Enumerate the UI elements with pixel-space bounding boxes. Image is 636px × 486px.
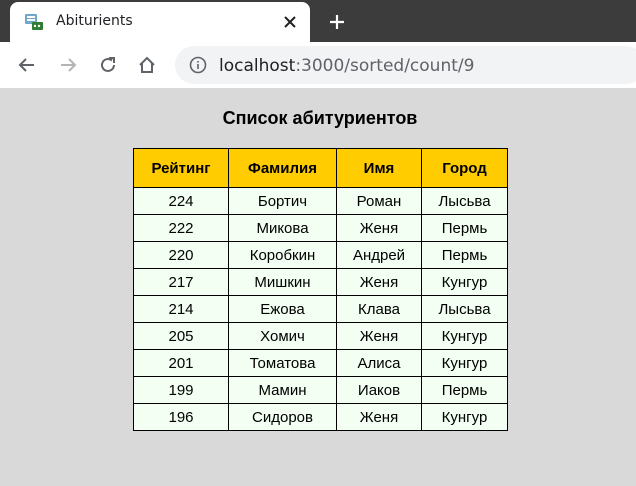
- table-row: 214 Ежова Клава Лысьва: [133, 295, 508, 323]
- tab-title: Abiturients: [56, 13, 133, 29]
- table-cell: Женя: [336, 214, 422, 242]
- table-cell: 224: [133, 187, 229, 215]
- plus-icon[interactable]: [325, 10, 349, 34]
- reload-icon[interactable]: [96, 53, 120, 77]
- table-cell: Ежова: [228, 295, 337, 323]
- table-row: 220 Коробкин Андрей Пермь: [133, 241, 508, 269]
- column-header: Фамилия: [228, 148, 337, 188]
- table-cell: Алиса: [336, 349, 422, 377]
- table-row: 222 Микова Женя Пермь: [133, 214, 508, 242]
- table-cell: Пермь: [421, 376, 508, 404]
- applicants-table: Рейтинг Фамилия Имя Город 224 Бортич Роман…: [133, 148, 508, 431]
- table-cell: 217: [133, 268, 229, 296]
- info-icon[interactable]: [189, 56, 207, 74]
- tab-strip: Abiturients: [0, 0, 636, 42]
- home-icon[interactable]: [135, 53, 159, 77]
- page-title: Список абитуриентов: [222, 108, 418, 128]
- column-header: Имя: [336, 148, 422, 188]
- close-icon[interactable]: [280, 12, 300, 32]
- table-cell: Пермь: [421, 214, 508, 242]
- table-cell: Кунгур: [421, 349, 508, 377]
- table-cell: Пермь: [421, 241, 508, 269]
- table-cell: Мамин: [228, 376, 337, 404]
- back-arrow-icon[interactable]: [15, 53, 39, 77]
- url-path: :3000/sorted/count/9: [295, 56, 475, 76]
- browser-tab[interactable]: Abiturients: [10, 2, 310, 42]
- table-cell: 201: [133, 349, 229, 377]
- server-app-icon: [24, 12, 44, 32]
- table-cell: Лысьва: [421, 295, 508, 323]
- table-row: 217 Мишкин Женя Кунгур: [133, 268, 508, 296]
- table-cell: Хомич: [228, 322, 337, 350]
- table-cell: Коробкин: [228, 241, 337, 269]
- forward-arrow-icon[interactable]: [56, 53, 80, 77]
- table-row: 196 Сидоров Женя Кунгур: [133, 403, 508, 431]
- table-cell: Роман: [336, 187, 422, 215]
- table-cell: 205: [133, 322, 229, 350]
- table-row: 201 Томатова Алиса Кунгур: [133, 349, 508, 377]
- table-cell: 220: [133, 241, 229, 269]
- url-host: localhost: [219, 56, 296, 76]
- table-cell: 222: [133, 214, 229, 242]
- table-row: 199 Мамин Иаков Пермь: [133, 376, 508, 404]
- table-cell: Андрей: [336, 241, 422, 269]
- page-content: Список абитуриентов Рейтинг Фамилия Имя …: [0, 88, 636, 486]
- column-header: Город: [421, 148, 508, 188]
- table-cell: Сидоров: [228, 403, 337, 431]
- table-cell: Микова: [228, 214, 337, 242]
- table-cell: Кунгур: [421, 268, 508, 296]
- address-bar[interactable]: localhost:3000/sorted/count/9: [175, 46, 636, 84]
- table-cell: 196: [133, 403, 229, 431]
- table-cell: 214: [133, 295, 229, 323]
- table-row: 224 Бортич Роман Лысьва: [133, 187, 508, 215]
- table-cell: Лысьва: [421, 187, 508, 215]
- browser-toolbar: localhost:3000/sorted/count/9: [0, 42, 636, 88]
- url-text[interactable]: localhost:3000/sorted/count/9: [219, 56, 474, 76]
- table-row: 205 Хомич Женя Кунгур: [133, 322, 508, 350]
- table-cell: Кунгур: [421, 322, 508, 350]
- column-header: Рейтинг: [133, 148, 229, 188]
- table-cell: Мишкин: [228, 268, 337, 296]
- table-cell: Кунгур: [421, 403, 508, 431]
- table-cell: 199: [133, 376, 229, 404]
- table-cell: Бортич: [228, 187, 337, 215]
- table-cell: Клава: [336, 295, 422, 323]
- table-cell: Женя: [336, 403, 422, 431]
- table-cell: Томатова: [228, 349, 337, 377]
- table-header-row: Рейтинг Фамилия Имя Город: [133, 148, 508, 188]
- table-cell: Женя: [336, 322, 422, 350]
- table-cell: Иаков: [336, 376, 422, 404]
- table-cell: Женя: [336, 268, 422, 296]
